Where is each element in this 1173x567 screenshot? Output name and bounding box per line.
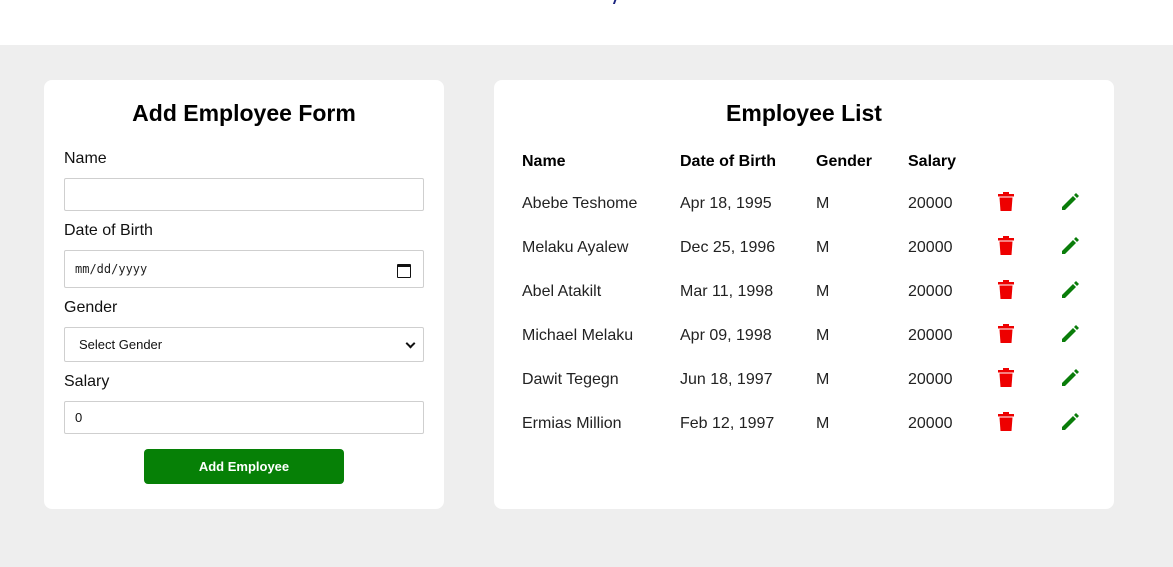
form-title: Add Employee Form — [132, 100, 356, 126]
dob-label: Date of Birth — [64, 222, 153, 239]
trash-icon[interactable] — [998, 236, 1014, 255]
column-header-salary: Salary — [908, 153, 957, 170]
pencil-icon[interactable] — [1060, 412, 1080, 432]
employee-table: Name Date of Birth Gender Salary Abebe T… — [522, 142, 1100, 446]
employee-salary-cell: 20000 — [908, 283, 953, 300]
employee-list-card: Employee List Name Date of Birth Gender … — [494, 80, 1114, 509]
employee-name-cell: Melaku Ayalew — [522, 239, 629, 256]
salary-label: Salary — [64, 373, 110, 390]
edit-cell — [1060, 226, 1100, 270]
delete-cell — [998, 402, 1060, 446]
table-row: Ermias Million Feb 12, 1997 M 20000 — [522, 402, 1100, 446]
employee-gender-cell: M — [816, 415, 830, 432]
table-row: Michael Melaku Apr 09, 1998 M 20000 — [522, 314, 1100, 358]
employee-name-cell: Abel Atakilt — [522, 283, 602, 300]
employee-dob-cell: Dec 25, 1996 — [680, 239, 776, 256]
employee-salary-cell: 20000 — [908, 195, 953, 212]
employee-gender-cell: M — [816, 327, 830, 344]
chevron-down-icon — [405, 340, 415, 350]
employee-salary-cell: 20000 — [908, 239, 953, 256]
dob-placeholder: mm/dd/yyyy — [75, 262, 148, 276]
employee-name-cell: Dawit Tegegn — [522, 371, 619, 388]
trash-icon[interactable] — [998, 192, 1014, 211]
edit-cell — [1060, 182, 1100, 226]
employee-name-cell: Abebe Teshome — [522, 195, 638, 212]
delete-cell — [998, 182, 1060, 226]
employee-dob-cell: Feb 12, 1997 — [680, 415, 775, 432]
edit-cell — [1060, 270, 1100, 314]
employee-gender-cell: M — [816, 239, 830, 256]
edit-cell — [1060, 402, 1100, 446]
gender-selected-value: Select Gender — [79, 337, 163, 352]
employee-gender-cell: M — [816, 195, 830, 212]
edit-cell — [1060, 358, 1100, 402]
table-row: Abebe Teshome Apr 18, 1995 M 20000 — [522, 182, 1100, 226]
name-label: Name — [64, 150, 107, 167]
trash-icon[interactable] — [998, 412, 1014, 431]
add-employee-form-card: Add Employee Form Name Date of Birth mm/… — [44, 80, 444, 509]
column-header-name: Name — [522, 153, 566, 170]
delete-cell — [998, 270, 1060, 314]
employee-salary-cell: 20000 — [908, 415, 953, 432]
salary-input[interactable]: 0 — [64, 401, 424, 434]
trash-icon[interactable] — [998, 324, 1014, 343]
employee-dob-cell: Mar 11, 1998 — [680, 283, 774, 300]
calendar-icon[interactable] — [397, 262, 411, 278]
pencil-icon[interactable] — [1060, 280, 1080, 300]
employee-gender-cell: M — [816, 283, 830, 300]
delete-cell — [998, 358, 1060, 402]
column-header-delete — [998, 142, 1060, 182]
delete-cell — [998, 226, 1060, 270]
column-header-edit — [1060, 142, 1100, 182]
list-title: Employee List — [726, 100, 882, 126]
delete-cell — [998, 314, 1060, 358]
top-header-bar — [0, 0, 1173, 45]
employee-name-cell: Michael Melaku — [522, 327, 634, 344]
add-employee-button[interactable]: Add Employee — [144, 449, 344, 484]
employee-table-body: Abebe Teshome Apr 18, 1995 M 20000 Melaku Ay… — [522, 182, 1100, 446]
employee-salary-cell: 20000 — [908, 371, 953, 388]
table-row: Abel Atakilt Mar 11, 1998 M 20000 — [522, 270, 1100, 314]
gender-label: Gender — [64, 299, 118, 316]
employee-name-cell: Ermias Million — [522, 415, 622, 432]
employee-gender-cell: M — [816, 371, 830, 388]
employee-dob-cell: Jun 18, 1997 — [680, 371, 773, 388]
trash-icon[interactable] — [998, 280, 1014, 299]
name-input[interactable] — [64, 178, 424, 211]
table-row: Melaku Ayalew Dec 25, 1996 M 20000 — [522, 226, 1100, 270]
column-header-dob: Date of Birth — [680, 153, 776, 170]
employee-salary-cell: 20000 — [908, 327, 953, 344]
trash-icon[interactable] — [998, 368, 1014, 387]
header-mark — [612, 0, 621, 4]
pencil-icon[interactable] — [1060, 192, 1080, 212]
pencil-icon[interactable] — [1060, 236, 1080, 256]
dob-input[interactable]: mm/dd/yyyy — [64, 250, 424, 288]
pencil-icon[interactable] — [1060, 368, 1080, 388]
table-row: Dawit Tegegn Jun 18, 1997 M 20000 — [522, 358, 1100, 402]
edit-cell — [1060, 314, 1100, 358]
employee-dob-cell: Apr 18, 1995 — [680, 195, 772, 212]
gender-select[interactable]: Select Gender — [64, 327, 424, 362]
pencil-icon[interactable] — [1060, 324, 1080, 344]
table-header-row: Name Date of Birth Gender Salary — [522, 142, 1100, 182]
column-header-gender: Gender — [816, 153, 873, 170]
employee-dob-cell: Apr 09, 1998 — [680, 327, 772, 344]
